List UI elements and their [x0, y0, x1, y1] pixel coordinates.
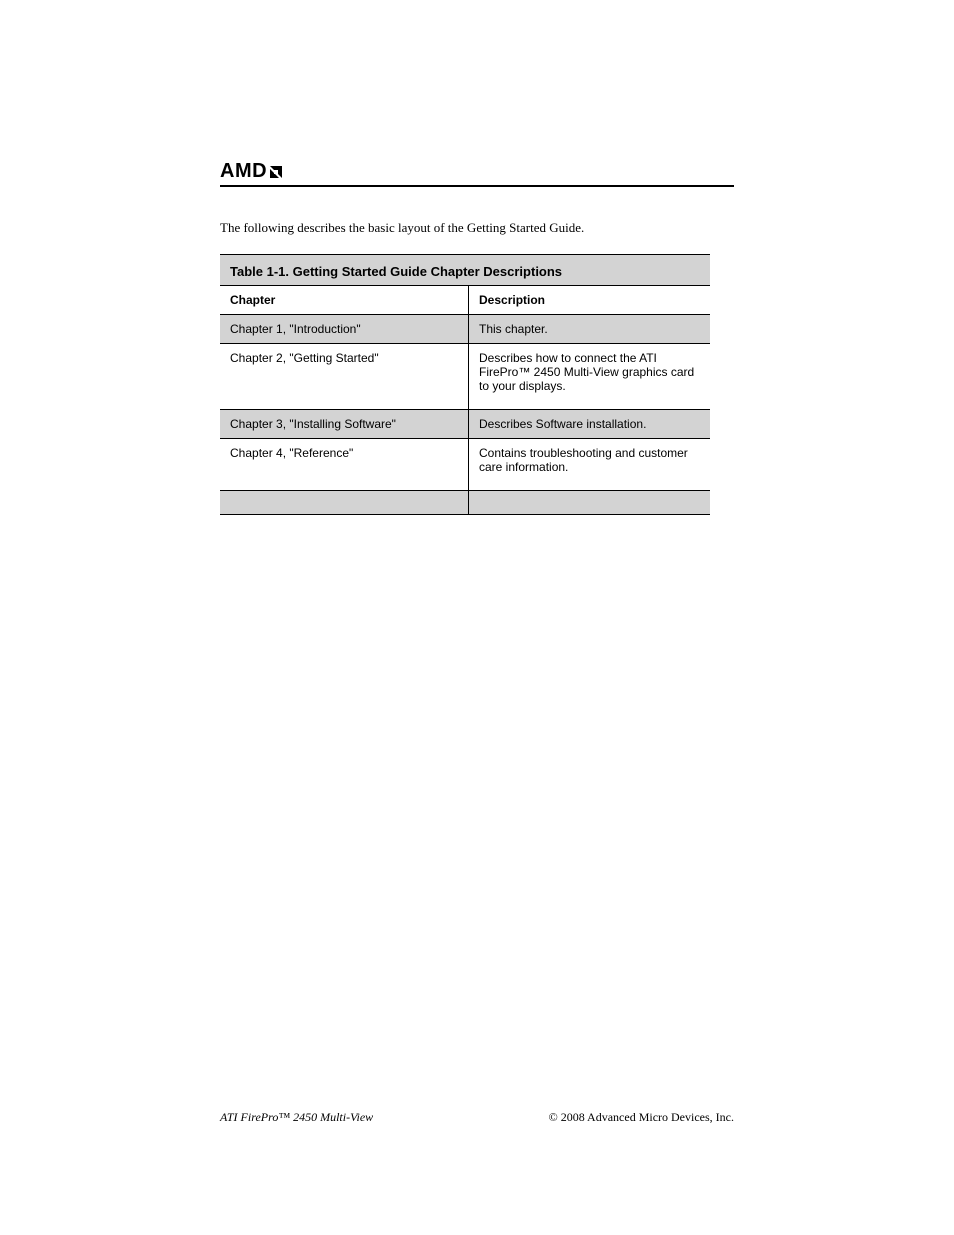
- amd-logo: AMD: [220, 160, 284, 183]
- table-title: Table 1-1. Getting Started Guide Chapter…: [220, 255, 710, 286]
- amd-arrow-icon: [268, 164, 284, 180]
- table-row: [220, 491, 710, 514]
- header-rule: [220, 185, 734, 187]
- table-row: Chapter 2, "Getting Started" Describes h…: [220, 344, 710, 410]
- chapter-table: Table 1-1. Getting Started Guide Chapter…: [220, 254, 710, 515]
- table-cell-chapter: Chapter 2, "Getting Started": [220, 344, 469, 409]
- footer-right: © 2008 Advanced Micro Devices, Inc.: [549, 1110, 734, 1125]
- table-cell-chapter: Chapter 4, "Reference": [220, 439, 469, 490]
- table-cell-chapter: Chapter 3, "Installing Software": [220, 410, 469, 438]
- table-cell-description: This chapter.: [469, 315, 710, 343]
- table-header-row: Chapter Description: [220, 286, 710, 315]
- table-row: Chapter 3, "Installing Software" Describ…: [220, 410, 710, 439]
- table-cell-description: Contains troubleshooting and customer ca…: [469, 439, 710, 490]
- page-footer: ATI FirePro™ 2450 Multi-View © 2008 Adva…: [220, 1110, 734, 1125]
- table-cell-chapter: Chapter 1, "Introduction": [220, 315, 469, 343]
- table-header-description: Description: [469, 286, 710, 314]
- table-row: Chapter 4, "Reference" Contains troubles…: [220, 439, 710, 491]
- table-cell-description: Describes Software installation.: [469, 410, 710, 438]
- table-header-chapter: Chapter: [220, 286, 469, 314]
- footer-left: ATI FirePro™ 2450 Multi-View: [220, 1110, 373, 1125]
- intro-text: The following describes the basic layout…: [220, 220, 734, 236]
- table-cell-description: Describes how to connect the ATI FirePro…: [469, 344, 710, 409]
- table-row: Chapter 1, "Introduction" This chapter.: [220, 315, 710, 344]
- amd-logo-text: AMD: [220, 160, 267, 183]
- table-cell-description: [469, 491, 710, 514]
- table-cell-chapter: [220, 491, 469, 514]
